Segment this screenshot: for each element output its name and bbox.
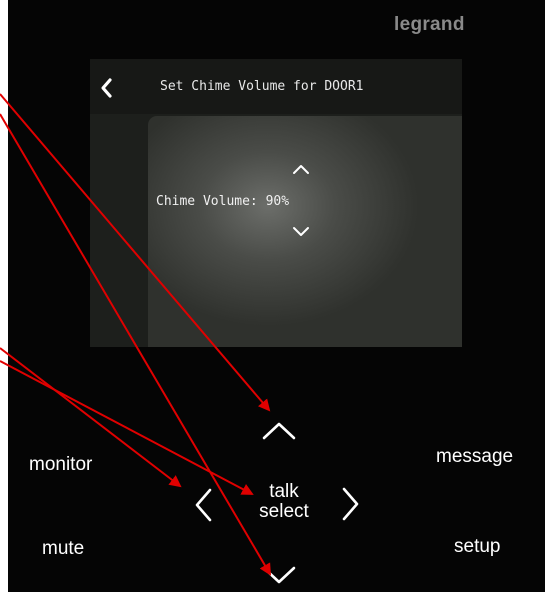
setup-button[interactable]: setup — [454, 536, 500, 558]
mute-button[interactable]: mute — [42, 538, 84, 560]
monitor-button[interactable]: monitor — [29, 454, 92, 476]
chevron-up-icon[interactable] — [292, 163, 310, 175]
screen-header: Set Chime Volume for DOOR1 — [90, 59, 462, 114]
nav-down-button[interactable] — [260, 560, 298, 586]
nav-left-button[interactable] — [192, 486, 216, 524]
screen-title: Set Chime Volume for DOOR1 — [160, 79, 364, 94]
message-button[interactable]: message — [436, 446, 513, 468]
lcd-screen: Set Chime Volume for DOOR1 Chime Volume:… — [90, 59, 462, 347]
chevron-left-icon[interactable] — [98, 77, 116, 99]
chevron-down-icon[interactable] — [292, 226, 310, 238]
talk-select-button[interactable]: talk select — [244, 482, 324, 522]
chime-volume-value: Chime Volume: 90% — [156, 194, 290, 209]
intercom-panel: legrand Set Chime Volume for DOOR1 Chime… — [8, 0, 545, 592]
nav-right-button[interactable] — [338, 485, 362, 523]
annotated-screenshot: legrand Set Chime Volume for DOOR1 Chime… — [0, 0, 545, 592]
select-label: select — [259, 501, 309, 522]
brand-logo: legrand — [394, 14, 465, 35]
talk-label: talk — [269, 481, 299, 502]
nav-up-button[interactable] — [260, 418, 298, 442]
